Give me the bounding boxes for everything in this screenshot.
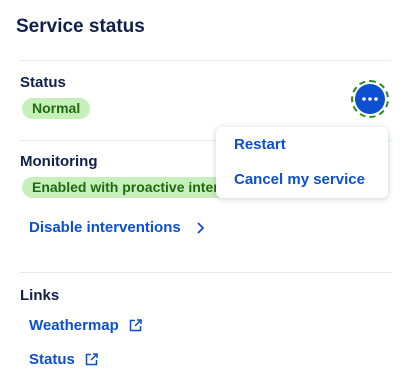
weathermap-link[interactable]: Weathermap — [29, 317, 142, 334]
monitoring-badge: Enabled with proactive interventions — [22, 177, 234, 198]
links-label: Links — [20, 287, 60, 304]
external-link-icon — [129, 319, 142, 332]
status-label: Status — [20, 74, 66, 91]
divider — [20, 60, 391, 61]
restart-menu-item[interactable]: Restart — [234, 136, 286, 153]
more-actions-icon — [355, 84, 385, 114]
external-link-icon — [85, 353, 98, 366]
cancel-service-menu-item[interactable]: Cancel my service — [234, 171, 365, 188]
disable-interventions-label: Disable interventions — [29, 219, 181, 236]
status-link[interactable]: Status — [29, 351, 98, 368]
status-badge: Normal — [22, 98, 91, 119]
more-actions-button[interactable] — [351, 80, 389, 118]
disable-interventions-link[interactable]: Disable interventions — [29, 219, 205, 236]
page-title: Service status — [16, 16, 145, 37]
weathermap-link-label: Weathermap — [29, 317, 119, 334]
divider — [20, 272, 391, 273]
chevron-right-icon — [197, 222, 205, 234]
monitoring-label: Monitoring — [20, 153, 98, 170]
actions-menu: Restart Cancel my service — [216, 127, 388, 198]
status-link-label: Status — [29, 351, 75, 368]
service-status-panel: Service status Status Normal Monitoring … — [0, 0, 407, 389]
